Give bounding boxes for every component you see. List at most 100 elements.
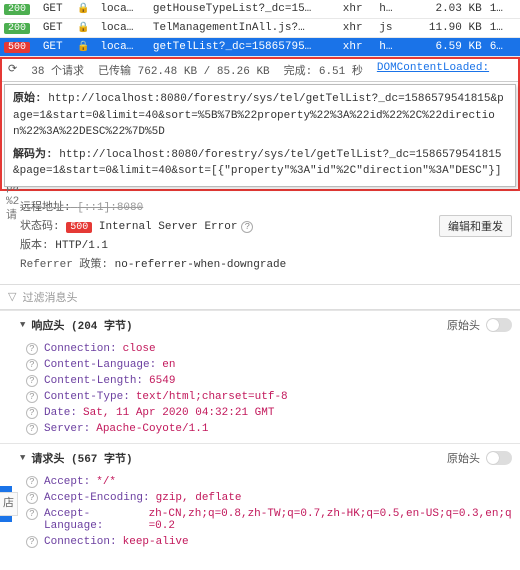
lock-icon: 🔒 [77, 4, 89, 15]
tooltip-decoded-label: 解码为: [13, 149, 53, 161]
method-cell: GET [39, 19, 73, 38]
raw-toggle[interactable] [486, 318, 512, 332]
version-value: HTTP/1.1 [55, 240, 108, 252]
header-key: Content-Length: [44, 375, 143, 387]
status-code-badge: 500 [66, 222, 92, 233]
help-icon[interactable]: ? [26, 536, 38, 548]
help-icon[interactable]: ? [26, 423, 38, 435]
header-row: ? Content-Type: text/html;charset=utf-8 [26, 389, 512, 405]
request-headers-section[interactable]: ▼请求头 (567 字节) 原始头 [0, 443, 520, 472]
chevron-down-icon: ▼ [20, 320, 25, 330]
header-key: Date: [44, 407, 77, 419]
time-cell: 1… [486, 19, 520, 38]
table-row[interactable]: 500GET🔒loca…getTelList?_dc=15865795…xhrh… [0, 38, 520, 57]
tooltip-decoded-url: http://localhost:8080/forestry/sys/tel/g… [13, 149, 502, 178]
header-row: ? Connection: keep-alive [26, 534, 512, 550]
header-value: 6549 [149, 375, 175, 387]
header-row: ? Accept-Encoding: gzip, deflate [26, 490, 512, 506]
summary-transferred: 已传输 762.48 KB / 85.26 KB [98, 62, 270, 78]
header-value: close [123, 343, 156, 355]
type-cell: xhr [339, 19, 376, 38]
time-cell: 1… [486, 0, 520, 19]
initiator-cell: h… [375, 0, 416, 19]
highlight-box: ⟳ 38 个请求 已传输 762.48 KB / 85.26 KB 完成: 6.… [0, 57, 520, 191]
left-tab[interactable]: 店 [0, 492, 18, 516]
chevron-down-icon: ▼ [20, 453, 25, 463]
initiator-cell: js [375, 19, 416, 38]
header-value: gzip, deflate [156, 492, 242, 504]
summary-finish: 完成: 6.51 秒 [284, 62, 363, 78]
raw-toggle-label: 原始头 [447, 450, 480, 466]
filter-placeholder: 过滤消息头 [22, 289, 77, 305]
method-cell: GET [39, 0, 73, 19]
header-row: ? Connection: close [26, 341, 512, 357]
size-cell: 11.90 KB [416, 19, 485, 38]
help-icon[interactable]: ? [26, 391, 38, 403]
size-cell: 2.03 KB [416, 0, 485, 19]
header-key: Content-Type: [44, 391, 130, 403]
help-icon[interactable]: ? [26, 359, 38, 371]
help-icon[interactable]: ? [26, 343, 38, 355]
tooltip-raw-url: http://localhost:8080/forestry/sys/tel/g… [13, 93, 504, 138]
header-key: Accept-Language: [44, 508, 143, 532]
table-row[interactable]: 200GET🔒loca…TelManagementInAll.js?…xhrjs… [0, 19, 520, 38]
filter-icon: ▽ [8, 290, 16, 304]
method-cell: GET [39, 38, 73, 57]
domain-cell: loca… [96, 19, 148, 38]
header-key: Connection: [44, 536, 117, 548]
lock-icon: 🔒 [77, 23, 89, 34]
network-table: 200GET🔒loca…getHouseTypeList?_dc=15…xhrh… [0, 0, 520, 57]
file-cell: getHouseTypeList?_dc=15… [149, 0, 339, 19]
table-row[interactable]: 200 GET 🔒 loca…getHouseTypeList?_dc=15…xhrh… [0, 0, 520, 19]
summary-domloaded[interactable]: DOMContentLoaded: [377, 62, 489, 78]
lock-icon: 🔒 [77, 42, 89, 53]
summary-requests: 38 个请求 [31, 62, 84, 78]
summary-bar: ⟳ 38 个请求 已传输 762.48 KB / 85.26 KB 完成: 6.… [2, 59, 518, 82]
header-value: */* [96, 476, 116, 488]
header-value: Sat, 11 Apr 2020 04:32:21 GMT [83, 407, 274, 419]
header-row: ? Date: Sat, 11 Apr 2020 04:32:21 GMT [26, 405, 512, 421]
header-value: zh-CN,zh;q=0.8,zh-TW;q=0.7,zh-HK;q=0.5,e… [149, 508, 512, 532]
domain-cell: loca… [96, 0, 148, 19]
help-icon[interactable]: ? [26, 375, 38, 387]
header-value: Apache-Coyote/1.1 [96, 423, 208, 435]
header-row: ? Accept-Language: zh-CN,zh;q=0.8,zh-TW;q… [26, 506, 512, 534]
response-headers-section[interactable]: ▼响应头 (204 字节) 原始头 [0, 310, 520, 339]
request-details: 远程地址: [::1]:8080 状态码: 500 Internal Serve… [0, 191, 520, 284]
header-value: keep-alive [123, 536, 189, 548]
referrer-value: no-referrer-when-downgrade [115, 259, 287, 271]
help-icon[interactable]: ? [26, 476, 38, 488]
type-cell: xhr [339, 0, 376, 19]
domain-cell: loca… [96, 38, 148, 57]
status-text: Internal Server Error [99, 221, 238, 233]
header-key: Server: [44, 423, 90, 435]
header-value: text/html;charset=utf-8 [136, 391, 288, 403]
tooltip-raw-label: 原始: [13, 93, 42, 105]
status-badge: 500 [4, 42, 30, 53]
type-cell: xhr [339, 38, 376, 57]
raw-toggle-label: 原始头 [447, 317, 480, 333]
help-icon[interactable]: ? [26, 508, 38, 520]
help-icon[interactable]: ? [26, 492, 38, 504]
reload-icon[interactable]: ⟳ [8, 62, 17, 78]
header-row: ? Server: Apache-Coyote/1.1 [26, 421, 512, 437]
url-tooltip: 原始: http://localhost:8080/forestry/sys/t… [4, 84, 516, 187]
file-cell: getTelList?_dc=15865795… [149, 38, 339, 57]
help-icon[interactable]: ? [241, 221, 253, 233]
header-row: ? Content-Length: 6549 [26, 373, 512, 389]
header-value: en [162, 359, 175, 371]
help-icon[interactable]: ? [26, 407, 38, 419]
header-key: Accept: [44, 476, 90, 488]
status-badge: 200 [4, 4, 30, 15]
response-headers-list: ? Connection: close? Content-Language: en?… [0, 339, 520, 443]
edit-resend-button[interactable]: 编辑和重发 [439, 215, 512, 237]
status-badge: 200 [4, 23, 30, 34]
header-key: Content-Language: [44, 359, 156, 371]
header-key: Accept-Encoding: [44, 492, 150, 504]
size-cell: 6.59 KB [416, 38, 485, 57]
header-row: ? Accept: */* [26, 474, 512, 490]
filter-headers[interactable]: ▽ 过滤消息头 [0, 284, 520, 310]
raw-toggle[interactable] [486, 451, 512, 465]
referrer-label: Referrer 政策: [20, 259, 108, 271]
header-key: Connection: [44, 343, 117, 355]
